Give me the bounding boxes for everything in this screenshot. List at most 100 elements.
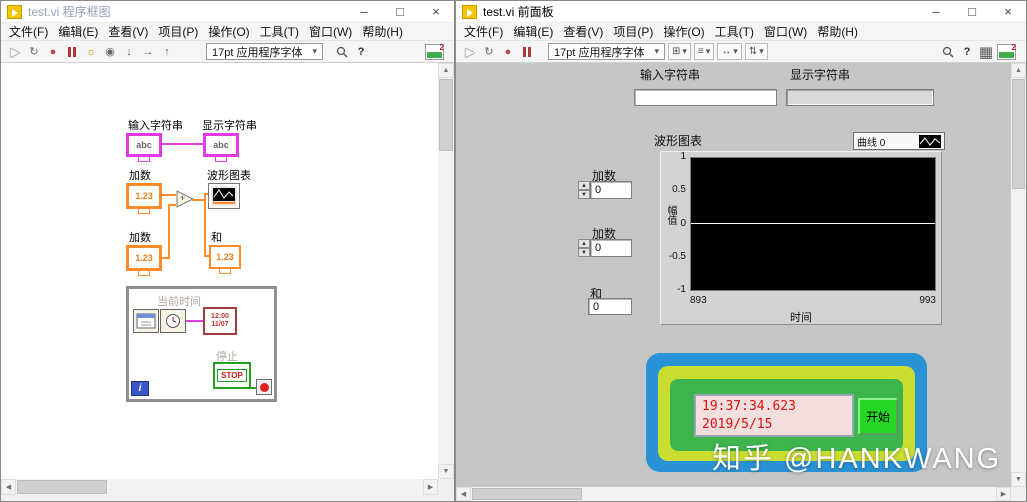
menu-item-tools[interactable]: 工具(T) [710, 23, 759, 40]
numeric-wire [204, 255, 209, 257]
menu-item-file[interactable]: 文件(F) [459, 23, 508, 40]
vi-icon-badge[interactable]: 2 [425, 43, 444, 60]
menu-item-window[interactable]: 窗口(W) [304, 23, 357, 40]
get-date-time-function[interactable] [133, 309, 159, 333]
search-button[interactable] [334, 44, 350, 60]
input-string-terminal[interactable]: abc [126, 133, 162, 157]
scroll-thumb[interactable] [472, 488, 582, 500]
font-selector-dropdown[interactable]: 17pt 应用程序字体 ▾ [206, 43, 323, 60]
input-string-field[interactable] [634, 89, 777, 106]
align-objects-dropdown[interactable]: ⊞ ▾ [668, 43, 691, 60]
scroll-down-button[interactable]: ▼ [1011, 472, 1026, 487]
scroll-thumb[interactable] [17, 480, 107, 494]
loop-iteration-terminal[interactable]: i [131, 381, 149, 396]
menu-item-operate[interactable]: 操作(O) [203, 23, 254, 40]
close-button[interactable]: × [418, 1, 454, 22]
vertical-scrollbar[interactable]: ▲ ▼ [1011, 63, 1026, 487]
distribute-objects-dropdown[interactable]: ≡ ▾ [693, 43, 715, 60]
pause-button[interactable] [64, 44, 80, 60]
font-selector-dropdown[interactable]: 17pt 应用程序字体 ▾ [548, 43, 665, 60]
menu-item-project[interactable]: 项目(P) [608, 23, 658, 40]
menu-item-edit[interactable]: 编辑(E) [508, 23, 558, 40]
addend2-terminal[interactable]: 1.23 [126, 245, 162, 271]
chart-zero-line [691, 223, 935, 224]
step-over-button[interactable]: → [140, 44, 156, 60]
loop-condition-terminal[interactable] [256, 379, 272, 395]
scroll-left-button[interactable]: ◀ [1, 479, 16, 495]
menu-item-help[interactable]: 帮助(H) [357, 23, 408, 40]
display-string-terminal[interactable]: abc [203, 133, 239, 157]
retain-wire-values-button[interactable]: ◉ [102, 44, 118, 60]
menu-item-view[interactable]: 查看(V) [103, 23, 153, 40]
start-button[interactable]: 开始 [858, 398, 898, 435]
addend2-spinner[interactable]: ▲ ▼ [578, 239, 590, 257]
addend1-field[interactable]: 0 [590, 181, 632, 199]
close-button[interactable]: × [990, 1, 1026, 22]
block-diagram-canvas[interactable]: 输入字符串 显示字符串 abc abc 加数 1.23 + 波形图表 加数 1.… [1, 63, 438, 479]
chevron-down-icon: ▾ [733, 46, 738, 56]
front-panel-canvas[interactable]: 输入字符串 显示字符串 波形图表 曲线 0 1 0.5 0 -0.5 -1 幅值… [456, 63, 1011, 487]
chart-legend[interactable]: 曲线 0 [853, 132, 945, 150]
step-out-button[interactable]: ↑ [159, 44, 175, 60]
addend1-terminal-label: 加数 [129, 170, 151, 182]
addend1-terminal[interactable]: 1.23 [126, 183, 162, 209]
scroll-thumb[interactable] [439, 79, 453, 151]
highlight-execution-button[interactable]: ☼ [83, 44, 99, 60]
scroll-down-button[interactable]: ▼ [438, 464, 454, 479]
vi-icon-badge[interactable]: 2 [997, 43, 1016, 60]
sum-field[interactable]: 0 [588, 298, 632, 315]
display-string-field[interactable] [786, 89, 934, 106]
menu-item-file[interactable]: 文件(F) [4, 23, 53, 40]
time-display[interactable]: 19:37:34.623 2019/5/15 [694, 394, 854, 437]
menu-item-help[interactable]: 帮助(H) [812, 23, 863, 40]
maximize-button[interactable]: □ [954, 1, 990, 22]
menu-item-window[interactable]: 窗口(W) [759, 23, 812, 40]
menu-item-view[interactable]: 查看(V) [558, 23, 608, 40]
waveform-chart-terminal[interactable] [208, 183, 240, 209]
minimize-button[interactable]: – [918, 1, 954, 22]
help-button[interactable]: ? [959, 44, 975, 60]
titlebar[interactable]: test.vi 程序框图 – □ × [1, 1, 454, 23]
step-into-button[interactable]: ↓ [121, 44, 137, 60]
search-button[interactable] [940, 44, 956, 60]
run-button[interactable]: ▶ [7, 44, 23, 60]
increment-button[interactable]: ▲ [578, 181, 590, 190]
pause-button[interactable] [519, 44, 535, 60]
abort-button[interactable]: ● [500, 44, 516, 60]
vertical-scrollbar[interactable]: ▲ ▼ [438, 63, 454, 479]
abort-button[interactable]: ● [45, 44, 61, 60]
scroll-left-button[interactable]: ◀ [456, 487, 471, 501]
addend1-spinner[interactable]: ▲ ▼ [578, 181, 590, 199]
decrement-button[interactable]: ▼ [578, 190, 590, 199]
minimize-button[interactable]: – [346, 1, 382, 22]
resize-objects-dropdown[interactable]: ↔ ▾ [717, 43, 742, 60]
sum-terminal[interactable]: 1.23 [209, 245, 241, 269]
menu-item-project[interactable]: 项目(P) [153, 23, 203, 40]
decrement-button[interactable]: ▼ [578, 248, 590, 257]
scroll-up-button[interactable]: ▲ [1011, 63, 1026, 78]
reorder-objects-dropdown[interactable]: ⇅ ▾ [744, 43, 768, 60]
scroll-right-button[interactable]: ▶ [423, 479, 438, 495]
chart-plot-area[interactable] [690, 157, 936, 291]
run-button[interactable]: ▶ [462, 44, 478, 60]
titlebar[interactable]: test.vi 前面板 – □ × [456, 1, 1026, 23]
stop-button-terminal[interactable]: STOP [213, 362, 251, 389]
labview-icon [462, 4, 477, 19]
maximize-button[interactable]: □ [382, 1, 418, 22]
scroll-thumb[interactable] [1012, 79, 1025, 189]
date-time-string-function[interactable] [160, 309, 186, 333]
run-continuous-button[interactable]: ↻ [26, 44, 42, 60]
scroll-up-button[interactable]: ▲ [438, 63, 454, 78]
run-continuous-button[interactable]: ↻ [481, 44, 497, 60]
time-indicator-terminal[interactable]: 12:00 11/07 [203, 307, 237, 335]
addend2-field[interactable]: 0 [590, 239, 632, 257]
horizontal-scrollbar[interactable]: ◀ ▶ [456, 487, 1011, 501]
menu-item-edit[interactable]: 编辑(E) [53, 23, 103, 40]
menu-item-tools[interactable]: 工具(T) [255, 23, 304, 40]
help-button[interactable]: ? [353, 44, 369, 60]
menu-item-operate[interactable]: 操作(O) [658, 23, 709, 40]
increment-button[interactable]: ▲ [578, 239, 590, 248]
grid-settings-button[interactable]: ▦ [978, 44, 994, 61]
horizontal-scrollbar[interactable]: ◀ ▶ [1, 479, 438, 495]
scroll-right-button[interactable]: ▶ [996, 487, 1011, 501]
